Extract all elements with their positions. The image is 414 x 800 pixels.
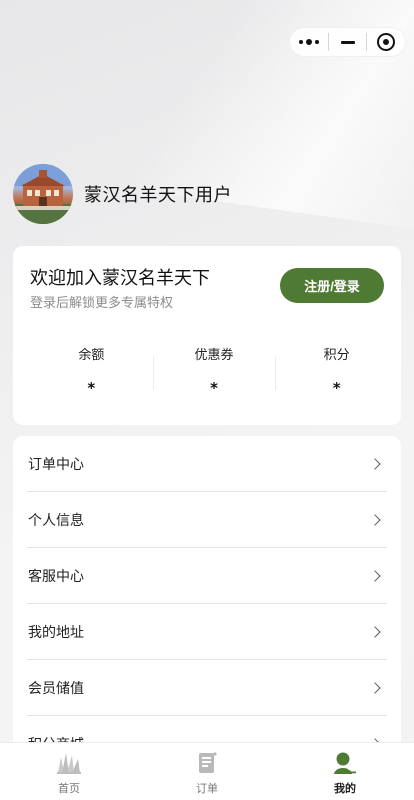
user-profile-icon xyxy=(331,750,359,776)
profile-header: 蒙汉名羊天下用户 xyxy=(13,164,232,224)
menu-item-profile-info[interactable]: 个人信息 xyxy=(27,492,387,548)
tab-orders[interactable]: 订单 xyxy=(138,743,276,800)
stat-coupons[interactable]: 优惠券 * xyxy=(152,344,276,397)
stat-label: 优惠券 xyxy=(194,348,234,363)
tab-label: 我的 xyxy=(334,782,356,795)
menu-item-label: 个人信息 xyxy=(28,512,84,529)
minimize-icon xyxy=(340,40,355,44)
tab-label: 订单 xyxy=(196,782,218,795)
username: 蒙汉名羊天下用户 xyxy=(84,185,232,206)
order-book-icon xyxy=(193,750,221,776)
stats-row: 余额 * 优惠券 * 积分 * xyxy=(30,344,398,397)
tab-label: 首页 xyxy=(58,782,80,795)
menu-item-label: 客服中心 xyxy=(28,568,84,585)
miniprogram-capsule xyxy=(289,27,406,57)
menu-item-label: 会员储值 xyxy=(28,680,84,697)
chevron-right-icon xyxy=(369,625,381,638)
stat-label: 积分 xyxy=(323,348,350,363)
grass-home-icon xyxy=(55,750,83,776)
building-avatar-image xyxy=(13,164,73,224)
stat-balance[interactable]: 余额 * xyxy=(30,344,153,397)
menu-item-customer-service[interactable]: 客服中心 xyxy=(27,548,387,604)
welcome-title: 欢迎加入蒙汉名羊天下 xyxy=(30,268,210,289)
minimize-button[interactable] xyxy=(329,28,367,56)
chevron-right-icon xyxy=(369,457,381,470)
more-dots-icon xyxy=(298,39,319,45)
stat-label: 余额 xyxy=(78,348,105,363)
menu-item-orders[interactable]: 订单中心 xyxy=(27,436,387,492)
menu-item-label: 订单中心 xyxy=(28,456,84,473)
menu-card: 订单中心 个人信息 客服中心 我的地址 会员储值 积分商城 xyxy=(13,436,401,766)
stat-value: * xyxy=(87,379,96,397)
chevron-right-icon xyxy=(369,569,381,582)
menu-item-address[interactable]: 我的地址 xyxy=(27,604,387,660)
close-button[interactable] xyxy=(367,28,405,56)
register-login-button[interactable]: 注册/登录 xyxy=(280,268,384,303)
chevron-right-icon xyxy=(369,681,381,694)
stat-value: * xyxy=(210,379,218,397)
bottom-tab-bar: 首页 订单 我的 xyxy=(0,742,414,800)
menu-item-label: 我的地址 xyxy=(28,624,84,641)
tab-home[interactable]: 首页 xyxy=(0,743,138,800)
target-circle-icon xyxy=(377,33,396,51)
menu-item-member-topup[interactable]: 会员储值 xyxy=(27,660,387,716)
stat-points[interactable]: 积分 * xyxy=(275,344,398,397)
welcome-subtitle: 登录后解锁更多专属特权 xyxy=(30,296,174,311)
avatar[interactable] xyxy=(13,164,73,224)
mine-page: 蒙汉名羊天下用户 欢迎加入蒙汉名羊天下 登录后解锁更多专属特权 注册/登录 余额… xyxy=(0,0,414,800)
welcome-card: 欢迎加入蒙汉名羊天下 登录后解锁更多专属特权 注册/登录 余额 * 优惠券 * … xyxy=(13,246,401,425)
tab-mine[interactable]: 我的 xyxy=(276,743,414,800)
more-button[interactable] xyxy=(290,28,328,56)
stat-value: * xyxy=(332,379,341,397)
chevron-right-icon xyxy=(369,513,381,526)
